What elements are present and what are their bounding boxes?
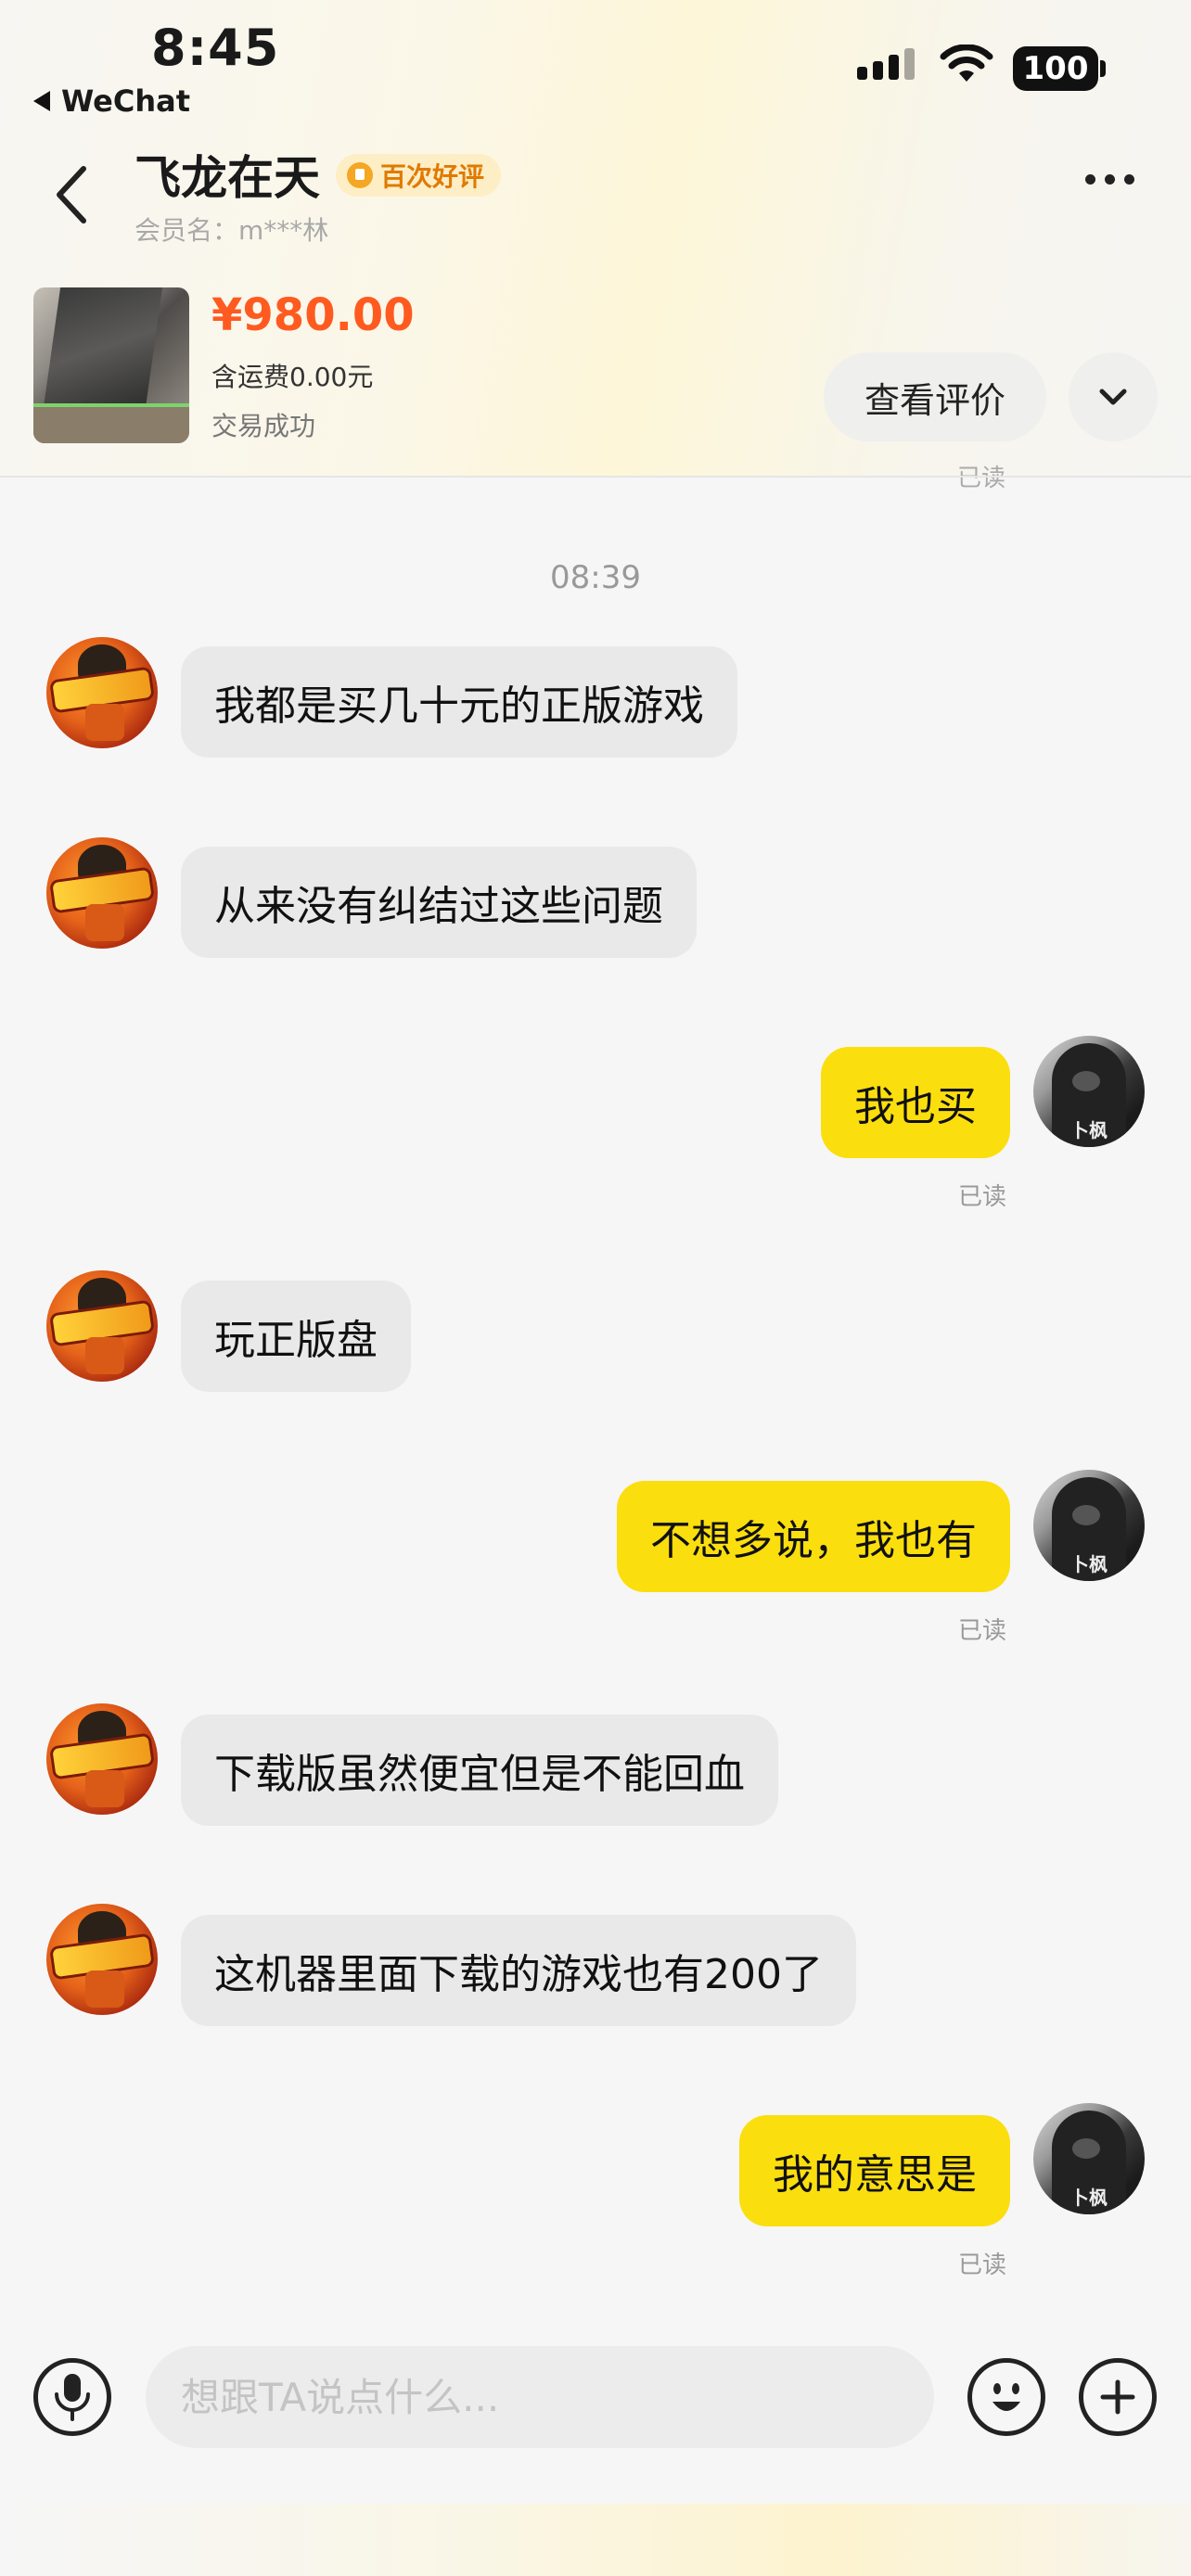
chat-timestamp: 08:39 (550, 559, 641, 596)
battery-indicator: 100 (1013, 46, 1098, 91)
user-avatar[interactable]: 卜枫 (1033, 2103, 1145, 2214)
user-avatar[interactable]: 卜枫 (1033, 1470, 1145, 1581)
read-status: 已读 (958, 2251, 1007, 2279)
message-bubble-received[interactable]: 从来没有纠结过这些问题 (181, 847, 697, 958)
seller-avatar[interactable] (46, 637, 158, 748)
back-triangle-icon (33, 91, 50, 111)
read-status: 已读 (958, 1617, 1007, 1645)
voice-input-button[interactable] (33, 2358, 111, 2436)
product-price: ¥980.00 (211, 289, 415, 341)
message-bubble-received[interactable]: 下载版虽然便宜但是不能回血 (181, 1715, 778, 1826)
cellular-signal-icon (857, 48, 915, 80)
battery-nub (1100, 60, 1106, 77)
emoji-button[interactable] (967, 2358, 1045, 2436)
wifi-icon (940, 45, 993, 82)
read-status: 已读 (958, 1183, 1007, 1211)
message-bubble-received[interactable]: 这机器里面下载的游戏也有200了 (181, 1915, 856, 2026)
header-divider (0, 476, 1191, 478)
seller-avatar[interactable] (46, 1904, 158, 2015)
back-to-app[interactable]: WeChat (33, 83, 190, 119)
badge-label: 百次好评 (380, 161, 485, 192)
chevron-down-icon (1099, 389, 1127, 405)
back-app-label: WeChat (61, 83, 191, 119)
bottom-safe-area (0, 2504, 1191, 2576)
more-icon[interactable] (1085, 174, 1134, 185)
member-name: 会员名：m***林 (134, 215, 329, 246)
trade-status: 交易成功 (211, 411, 316, 441)
user-avatar[interactable]: 卜枫 (1033, 1036, 1145, 1147)
badge-icon (347, 162, 373, 188)
view-review-button[interactable]: 查看评价 (824, 352, 1046, 441)
message-bubble-sent[interactable]: 我的意思是 (739, 2115, 1010, 2226)
message-bubble-sent[interactable]: 不想多说，我也有 (617, 1481, 1010, 1592)
status-time: 8:45 (151, 19, 280, 77)
product-thumbnail[interactable] (33, 287, 189, 443)
seller-avatar[interactable] (46, 1270, 158, 1382)
message-bubble-sent[interactable]: 我也买 (821, 1047, 1010, 1158)
back-arrow-icon[interactable] (46, 158, 102, 232)
good-review-badge: 百次好评 (336, 154, 502, 197)
seller-avatar[interactable] (46, 837, 158, 949)
message-input[interactable] (146, 2346, 934, 2448)
emoji-icon (992, 2383, 1020, 2411)
message-bubble-received[interactable]: 玩正版盘 (181, 1281, 411, 1392)
shipping-info: 含运费0.00元 (211, 362, 374, 392)
message-bubble-received[interactable]: 我都是买几十元的正版游戏 (181, 646, 737, 758)
more-actions-button[interactable] (1079, 2358, 1157, 2436)
seller-avatar[interactable] (46, 1703, 158, 1815)
seller-name: 飞龙在天 (134, 151, 320, 205)
plus-icon (1100, 2379, 1135, 2415)
microphone-icon (55, 2374, 90, 2421)
expand-button[interactable] (1069, 352, 1158, 441)
